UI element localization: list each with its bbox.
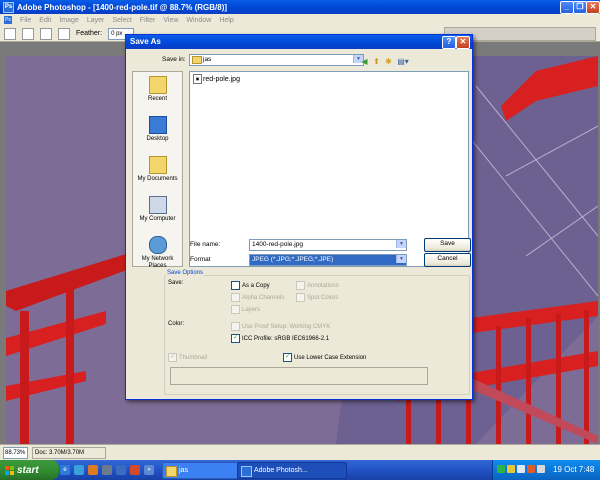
file-name-field[interactable]: 1400-red-pole.jpg ▼ [249,239,407,251]
folder-icon [166,466,177,477]
file-name-label-text: File name: [190,241,221,248]
menu-view[interactable]: View [163,17,178,24]
color-label: Color: [168,321,185,327]
back-icon[interactable]: ◀ [360,57,369,66]
doc-size: Doc: 3.70M/3.70M [32,446,106,459]
icc-profile-checkbox[interactable]: ✓ ICC Profile: sRGB IEC61966-2.1 [231,334,329,343]
up-folder-icon[interactable]: ⬆ [372,57,381,66]
subtract-selection-icon[interactable] [58,27,70,40]
warning-area [170,367,428,385]
place-my-network-places[interactable]: My Network Places [133,236,182,270]
photoshop-title-bar: Ps Adobe Photoshop - [1400-red-pole.tif … [0,0,600,14]
menu-window[interactable]: Window [186,17,211,24]
status-bar: 88.73% Doc: 3.70M/3.70M [0,444,600,460]
dialog-title: Save As [130,37,161,46]
recent-icon [148,76,167,94]
folder-icon [192,56,202,64]
clock[interactable]: 19 Oct 7:48 [553,460,594,480]
photoshop-menu-icon[interactable]: Ps [4,16,12,24]
place-my-documents[interactable]: My Documents [133,156,182,183]
layers-checkbox[interactable]: Layers [231,305,260,314]
dialog-close-button[interactable]: ✕ [456,36,470,49]
place-my-computer[interactable]: My Computer [133,196,182,223]
lower-case-extension-checkbox[interactable]: ✓ Use Lower Case Extension [283,353,366,362]
tray-icon[interactable] [507,465,515,473]
use-proof-setup-checkbox[interactable]: Use Proof Setup: Working CMYK [231,322,330,331]
quick-launch-chevron-icon[interactable]: » [144,465,154,475]
check-icon: ✓ [231,334,240,343]
cancel-button[interactable]: Cancel [424,253,471,267]
save-as-dialog: Save As ? ✕ Save in: jas ▼ ◀ ⬆ ✱ ▤▾ Rece… [125,34,473,400]
as-a-copy-checkbox[interactable]: As a Copy [231,281,270,290]
spot-colors-checkbox[interactable]: Spot Colors [296,293,338,302]
firefox-icon[interactable] [88,465,98,475]
start-button[interactable]: start [0,460,59,480]
annotations-checkbox[interactable]: Annotations [296,281,339,290]
photoshop-app-icon: Ps [3,1,14,13]
taskbar: start e » jas Adobe Photosh... 19 Oct 7:… [0,460,600,480]
volume-icon[interactable] [537,465,545,473]
new-selection-icon[interactable] [22,27,34,40]
network-places-icon [148,236,167,254]
format-dropdown[interactable]: JPEG (*.JPG;*.JPEG;*.JPE) ▼ [249,254,407,266]
marquee-tool-icon[interactable] [4,27,16,40]
menu-help[interactable]: Help [219,17,233,24]
check-icon: ✓ [283,353,292,362]
menu-select[interactable]: Select [112,17,131,24]
taskbar-item-photoshop[interactable]: Adobe Photosh... [237,462,347,479]
maximize-icon[interactable]: ❐ [573,1,587,14]
help-button[interactable]: ? [442,36,456,49]
place-desktop[interactable]: Desktop [133,116,182,143]
tray-icon[interactable] [497,465,505,473]
jpeg-file-icon: ▣ [193,74,202,84]
chevron-down-icon[interactable]: ▼ [396,240,406,248]
view-menu-icon[interactable]: ▤▾ [396,57,410,66]
list-item[interactable]: ▣ red-pole.jpg [193,74,240,84]
file-name-label: red-pole.jpg [203,75,240,83]
alpha-channels-checkbox[interactable]: Alpha Channels [231,293,284,302]
feather-label: Feather: [76,30,103,37]
my-documents-icon [148,156,167,174]
windows-flag-icon [5,465,14,475]
menu-filter[interactable]: Filter [140,17,156,24]
close-icon[interactable]: ✕ [586,1,600,14]
tray-icon[interactable] [527,465,535,473]
check-icon: ✓ [168,353,177,362]
menu-layer[interactable]: Layer [87,17,105,24]
tray-icon[interactable] [517,465,525,473]
dialog-title-bar: Save As ? ✕ [126,35,472,49]
places-bar: Recent Desktop My Documents My Computer … [132,71,183,270]
desktop-icon [148,116,167,134]
format-label: Format [190,256,211,263]
add-selection-icon[interactable] [40,27,52,40]
save-in-label: Save in: [162,56,186,63]
quick-launch-icon[interactable] [102,465,112,475]
quick-launch-icon[interactable] [116,465,126,475]
photoshop-window-title: Adobe Photoshop - [1400-red-pole.tif @ 8… [17,2,228,12]
menu-image[interactable]: Image [59,17,78,24]
chevron-down-icon[interactable]: ▼ [396,255,406,263]
new-folder-icon[interactable]: ✱ [384,57,393,66]
quick-launch-icon[interactable] [130,465,140,475]
menu-edit[interactable]: Edit [39,17,51,24]
menu-file[interactable]: File [20,17,31,24]
photoshop-menu-bar: Ps File Edit Image Layer Select Filter V… [0,14,600,26]
thumbnail-checkbox[interactable]: ✓ Thumbnail [168,353,207,362]
internet-explorer-icon[interactable]: e [60,465,70,475]
save-button[interactable]: Save [424,238,471,252]
minimize-icon[interactable]: _ [560,1,574,14]
system-tray: 19 Oct 7:48 [492,460,600,480]
photoshop-icon [241,466,252,477]
save-in-value: jas [203,56,212,63]
show-desktop-icon[interactable] [74,465,84,475]
my-computer-icon [148,196,167,214]
save-label: Save: [168,280,184,286]
zoom-field[interactable]: 88.73% [3,446,28,459]
save-in-dropdown[interactable]: jas ▼ [189,54,364,66]
save-options-title: Save Options [166,270,205,276]
place-recent[interactable]: Recent [133,76,182,103]
